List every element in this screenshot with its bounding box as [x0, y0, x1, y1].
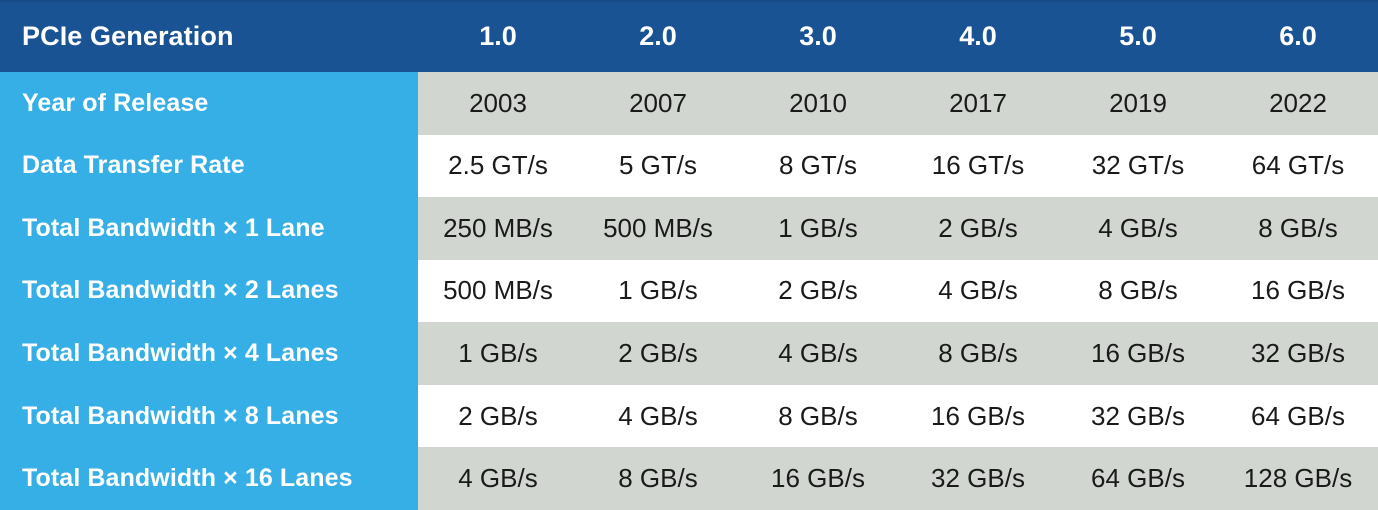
- cell-bandwidth-4-lanes-gen-2: 2 GB/s: [578, 322, 738, 385]
- cell-bandwidth-2-lanes-gen-3: 2 GB/s: [738, 259, 898, 323]
- table-body: Year of Release 2003 2007 2010 2017 2019…: [0, 72, 1378, 510]
- cell-bandwidth-2-lanes-gen-2: 1 GB/s: [578, 259, 738, 323]
- header-cell-gen-1: 1.0: [418, 0, 578, 72]
- row-label-data-transfer-rate: Data Transfer Rate: [0, 134, 418, 198]
- cell-bandwidth-2-lanes-gen-4: 4 GB/s: [898, 259, 1058, 323]
- header-cell-gen-5: 5.0: [1058, 0, 1218, 72]
- cell-data-transfer-rate-gen-4: 16 GT/s: [898, 134, 1058, 198]
- row-label-year-of-release: Year of Release: [0, 72, 418, 135]
- cell-bandwidth-2-lanes-gen-6: 16 GB/s: [1218, 259, 1378, 323]
- table-header: PCIe Generation 1.0 2.0 3.0 4.0 5.0 6.0: [0, 0, 1378, 72]
- header-cell-gen-2: 2.0: [578, 0, 738, 72]
- cell-data-transfer-rate-gen-2: 5 GT/s: [578, 134, 738, 198]
- row-label-bandwidth-2-lanes: Total Bandwidth × 2 Lanes: [0, 259, 418, 323]
- cell-bandwidth-1-lane-gen-4: 2 GB/s: [898, 197, 1058, 260]
- cell-bandwidth-8-lanes-gen-3: 8 GB/s: [738, 384, 898, 448]
- cell-bandwidth-8-lanes-gen-4: 16 GB/s: [898, 384, 1058, 448]
- cell-bandwidth-16-lanes-gen-6: 128 GB/s: [1218, 447, 1378, 510]
- cell-data-transfer-rate-gen-3: 8 GT/s: [738, 134, 898, 198]
- cell-bandwidth-8-lanes-gen-1: 2 GB/s: [418, 384, 578, 448]
- cell-bandwidth-2-lanes-gen-1: 500 MB/s: [418, 259, 578, 323]
- cell-data-transfer-rate-gen-5: 32 GT/s: [1058, 134, 1218, 198]
- header-cell-pcie-generation: PCIe Generation: [0, 0, 418, 72]
- header-row: PCIe Generation 1.0 2.0 3.0 4.0 5.0 6.0: [0, 0, 1378, 72]
- cell-bandwidth-4-lanes-gen-6: 32 GB/s: [1218, 322, 1378, 385]
- table-row: Total Bandwidth × 4 Lanes 1 GB/s 2 GB/s …: [0, 322, 1378, 385]
- table-row: Total Bandwidth × 16 Lanes 4 GB/s 8 GB/s…: [0, 447, 1378, 510]
- row-label-bandwidth-16-lanes: Total Bandwidth × 16 Lanes: [0, 447, 418, 510]
- cell-year-of-release-gen-3: 2010: [738, 72, 898, 135]
- table-row: Total Bandwidth × 2 Lanes 500 MB/s 1 GB/…: [0, 259, 1378, 323]
- cell-data-transfer-rate-gen-6: 64 GT/s: [1218, 134, 1378, 198]
- cell-bandwidth-16-lanes-gen-5: 64 GB/s: [1058, 447, 1218, 510]
- pcie-specifications-table: PCIe Generation 1.0 2.0 3.0 4.0 5.0 6.0 …: [0, 0, 1378, 510]
- table-row: Year of Release 2003 2007 2010 2017 2019…: [0, 72, 1378, 135]
- row-label-bandwidth-1-lane: Total Bandwidth × 1 Lane: [0, 197, 418, 260]
- cell-bandwidth-4-lanes-gen-3: 4 GB/s: [738, 322, 898, 385]
- cell-bandwidth-1-lane-gen-3: 1 GB/s: [738, 197, 898, 260]
- cell-bandwidth-16-lanes-gen-3: 16 GB/s: [738, 447, 898, 510]
- cell-year-of-release-gen-6: 2022: [1218, 72, 1378, 135]
- cell-data-transfer-rate-gen-1: 2.5 GT/s: [418, 134, 578, 198]
- cell-year-of-release-gen-5: 2019: [1058, 72, 1218, 135]
- header-cell-gen-3: 3.0: [738, 0, 898, 72]
- cell-bandwidth-8-lanes-gen-6: 64 GB/s: [1218, 384, 1378, 448]
- cell-bandwidth-1-lane-gen-1: 250 MB/s: [418, 197, 578, 260]
- cell-bandwidth-1-lane-gen-2: 500 MB/s: [578, 197, 738, 260]
- cell-bandwidth-4-lanes-gen-5: 16 GB/s: [1058, 322, 1218, 385]
- cell-bandwidth-8-lanes-gen-2: 4 GB/s: [578, 384, 738, 448]
- cell-bandwidth-16-lanes-gen-2: 8 GB/s: [578, 447, 738, 510]
- header-cell-gen-4: 4.0: [898, 0, 1058, 72]
- cell-bandwidth-4-lanes-gen-4: 8 GB/s: [898, 322, 1058, 385]
- row-label-bandwidth-4-lanes: Total Bandwidth × 4 Lanes: [0, 322, 418, 385]
- cell-bandwidth-16-lanes-gen-4: 32 GB/s: [898, 447, 1058, 510]
- row-label-bandwidth-8-lanes: Total Bandwidth × 8 Lanes: [0, 384, 418, 448]
- table-row: Total Bandwidth × 1 Lane 250 MB/s 500 MB…: [0, 197, 1378, 260]
- cell-bandwidth-2-lanes-gen-5: 8 GB/s: [1058, 259, 1218, 323]
- header-cell-gen-6: 6.0: [1218, 0, 1378, 72]
- cell-year-of-release-gen-4: 2017: [898, 72, 1058, 135]
- cell-bandwidth-1-lane-gen-6: 8 GB/s: [1218, 197, 1378, 260]
- cell-bandwidth-1-lane-gen-5: 4 GB/s: [1058, 197, 1218, 260]
- table-row: Data Transfer Rate 2.5 GT/s 5 GT/s 8 GT/…: [0, 134, 1378, 198]
- cell-bandwidth-4-lanes-gen-1: 1 GB/s: [418, 322, 578, 385]
- cell-year-of-release-gen-1: 2003: [418, 72, 578, 135]
- cell-bandwidth-8-lanes-gen-5: 32 GB/s: [1058, 384, 1218, 448]
- cell-year-of-release-gen-2: 2007: [578, 72, 738, 135]
- cell-bandwidth-16-lanes-gen-1: 4 GB/s: [418, 447, 578, 510]
- table-row: Total Bandwidth × 8 Lanes 2 GB/s 4 GB/s …: [0, 384, 1378, 448]
